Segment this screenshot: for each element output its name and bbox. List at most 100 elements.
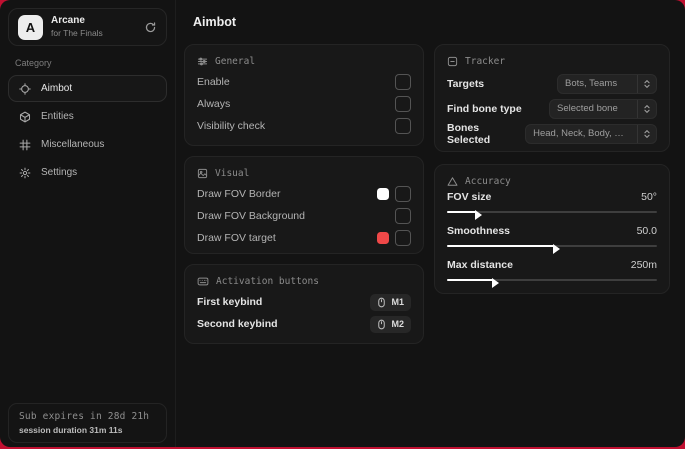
- setting-label: Bones Selected: [447, 121, 491, 146]
- find-bone-type-select[interactable]: Selected bone: [549, 98, 657, 119]
- setting-label: Always: [197, 98, 231, 110]
- fov-border-color-swatch[interactable]: [377, 188, 389, 200]
- refresh-icon[interactable]: [144, 21, 157, 34]
- chevron-updown-icon: [638, 104, 656, 114]
- main-content: Aimbot General Enable Always Visibility …: [176, 0, 685, 447]
- bones-selected-select[interactable]: Head, Neck, Body, Pe...: [525, 123, 657, 144]
- setting-label: Enable: [197, 76, 230, 88]
- draw-fov-border-checkbox[interactable]: [395, 186, 411, 202]
- sub-expiry-text: Sub expires in 28d 21h: [19, 411, 150, 422]
- setting-label: Draw FOV target: [197, 232, 276, 244]
- chevron-updown-icon: [638, 79, 656, 89]
- setting-row-smoothness: Smoothness 50.0: [447, 225, 657, 237]
- category-label: Category: [15, 58, 52, 68]
- slider-thumb[interactable]: [492, 278, 500, 288]
- sidebar: A Arcane for The Finals Category Aimbot: [0, 0, 176, 447]
- card-title: General: [215, 56, 256, 67]
- grid-icon: [19, 139, 31, 151]
- smoothness-slider[interactable]: [447, 242, 657, 254]
- gear-icon: [19, 167, 31, 179]
- setting-row-draw-fov-background: Draw FOV Background: [197, 205, 411, 227]
- enable-checkbox[interactable]: [395, 74, 411, 90]
- slider-thumb[interactable]: [475, 210, 483, 220]
- setting-row-enable: Enable: [197, 71, 411, 93]
- setting-row-fov-size: FOV size 50°: [447, 191, 657, 203]
- max-distance-value: 250m: [630, 259, 657, 271]
- select-value: Selected bone: [557, 103, 618, 114]
- draw-fov-target-checkbox[interactable]: [395, 230, 411, 246]
- always-checkbox[interactable]: [395, 96, 411, 112]
- card-title: Accuracy: [465, 176, 511, 187]
- scan-icon: [447, 56, 458, 67]
- setting-row-always: Always: [197, 93, 411, 115]
- page-title: Aimbot: [193, 15, 237, 29]
- max-distance-slider[interactable]: [447, 276, 657, 288]
- brand-card: A Arcane for The Finals: [8, 8, 167, 46]
- sidebar-item-label: Entities: [41, 111, 74, 122]
- setting-label: Max distance: [447, 259, 513, 271]
- select-value: Bots, Teams: [565, 78, 618, 89]
- sidebar-item-label: Settings: [41, 167, 78, 178]
- card-title: Activation buttons: [216, 276, 319, 287]
- visibility-check-checkbox[interactable]: [395, 118, 411, 134]
- crosshair-icon: [19, 82, 31, 95]
- smoothness-value: 50.0: [636, 225, 657, 237]
- triangle-icon: [447, 176, 458, 187]
- cube-icon: [19, 111, 31, 123]
- setting-row-first-keybind: First keybind M1: [197, 291, 411, 313]
- setting-label: Find bone type: [447, 102, 522, 115]
- sidebar-item-entities[interactable]: Entities: [8, 103, 167, 130]
- setting-row-targets: Targets Bots, Teams: [447, 71, 657, 96]
- setting-row-second-keybind: Second keybind M2: [197, 313, 411, 335]
- setting-label: First keybind: [197, 296, 263, 308]
- setting-row-find-bone-type: Find bone type Selected bone: [447, 96, 657, 121]
- setting-row-visibility-check: Visibility check: [197, 115, 411, 137]
- app-frame: A Arcane for The Finals Category Aimbot: [0, 0, 685, 449]
- card-visual: Visual Draw FOV Border Draw FOV Backgrou…: [184, 156, 424, 254]
- setting-row-max-distance: Max distance 250m: [447, 259, 657, 271]
- app-window: A Arcane for The Finals Category Aimbot: [0, 0, 685, 447]
- card-general: General Enable Always Visibility check: [184, 44, 424, 146]
- fov-target-color-swatch[interactable]: [377, 232, 389, 244]
- sidebar-item-aimbot[interactable]: Aimbot: [8, 75, 167, 102]
- mouse-icon: [377, 319, 386, 330]
- fov-size-value: 50°: [641, 191, 657, 203]
- sidebar-item-settings[interactable]: Settings: [8, 159, 167, 186]
- chevron-updown-icon: [638, 129, 656, 139]
- targets-select[interactable]: Bots, Teams: [557, 73, 657, 94]
- second-keybind-button[interactable]: M2: [370, 315, 411, 333]
- setting-label: Targets: [447, 77, 485, 90]
- setting-label: Draw FOV Border: [197, 188, 281, 200]
- setting-row-draw-fov-target: Draw FOV target: [197, 227, 411, 249]
- brand-name: Arcane: [51, 15, 85, 27]
- session-duration-text: session duration 31m 11s: [19, 425, 123, 435]
- fov-size-slider[interactable]: [447, 208, 657, 220]
- sidebar-item-miscellaneous[interactable]: Miscellaneous: [8, 131, 167, 158]
- select-value: Head, Neck, Body, Pe...: [533, 128, 634, 139]
- sidebar-item-label: Aimbot: [41, 83, 73, 94]
- draw-fov-background-checkbox[interactable]: [395, 208, 411, 224]
- card-title: Visual: [215, 168, 250, 179]
- setting-row-draw-fov-border: Draw FOV Border: [197, 183, 411, 205]
- image-icon: [197, 168, 208, 179]
- setting-label: Visibility check: [197, 120, 266, 132]
- card-accuracy: Accuracy FOV size 50° Smoothness 50.0 Ma…: [434, 164, 670, 294]
- sidebar-item-label: Miscellaneous: [41, 139, 105, 150]
- setting-row-bones-selected: Bones Selected Head, Neck, Body, Pe...: [447, 121, 657, 146]
- setting-label: Draw FOV Background: [197, 210, 305, 222]
- setting-label: Second keybind: [197, 318, 278, 330]
- card-tracker: Tracker Targets Bots, Teams Find bone ty…: [434, 44, 670, 152]
- keybind-value: M1: [391, 297, 404, 307]
- first-keybind-button[interactable]: M1: [370, 293, 411, 311]
- brand-subtitle: for The Finals: [51, 27, 103, 38]
- slider-thumb[interactable]: [553, 244, 561, 254]
- sidebar-nav: Aimbot Entities Miscellaneous Settings: [0, 75, 175, 186]
- card-title: Tracker: [465, 56, 506, 67]
- setting-label: Smoothness: [447, 225, 511, 237]
- card-activation-buttons: Activation buttons First keybind M1 Seco…: [184, 264, 424, 344]
- setting-label: FOV size: [447, 191, 492, 203]
- mouse-icon: [377, 297, 386, 308]
- keybind-value: M2: [391, 319, 404, 329]
- keyboard-icon: [197, 276, 209, 287]
- brand-avatar: A: [18, 14, 43, 40]
